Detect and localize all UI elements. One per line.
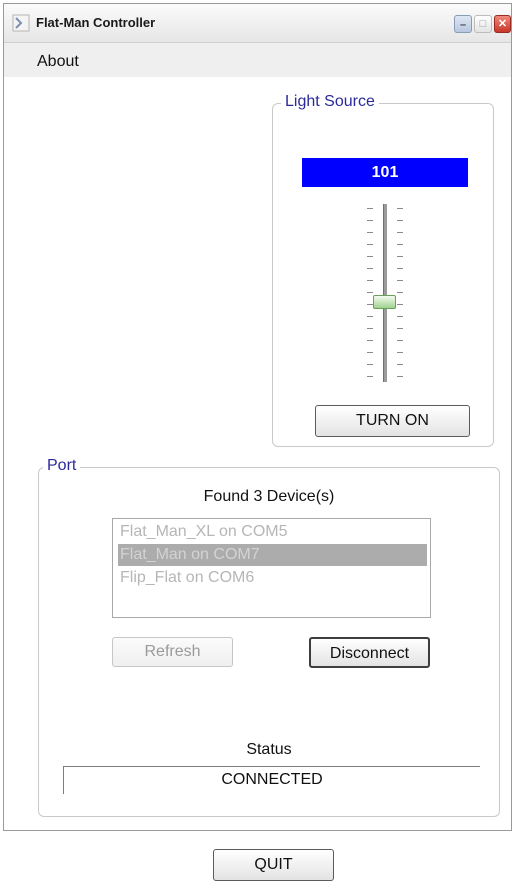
slider-tick — [397, 220, 403, 221]
menu-item-about[interactable]: About — [37, 53, 79, 71]
app-icon — [12, 14, 30, 32]
slider-tick — [367, 220, 373, 221]
slider-tick — [397, 352, 403, 353]
slider-tick — [397, 268, 403, 269]
slider-tick — [397, 304, 403, 305]
slider-tick — [367, 364, 373, 365]
slider-tick — [397, 232, 403, 233]
slider-tick — [367, 316, 373, 317]
quit-button[interactable]: QUIT — [213, 849, 334, 881]
title-bar[interactable]: Flat-Man Controller – □ ✕ — [4, 4, 511, 43]
close-icon: ✕ — [497, 18, 508, 30]
slider-ticks-right — [397, 208, 403, 380]
brightness-value-display: 101 — [302, 158, 468, 187]
main-panel: Light Source 101 TURN ON Port Found 3 De… — [4, 77, 511, 881]
slider-tick — [397, 292, 403, 293]
device-list-item[interactable]: Flip_Flat on COM6 — [118, 567, 427, 589]
slider-tick — [367, 208, 373, 209]
slider-tick — [367, 280, 373, 281]
slider-tick — [397, 328, 403, 329]
slider-tick — [367, 352, 373, 353]
slider-tick — [397, 208, 403, 209]
slider-tick — [367, 256, 373, 257]
slider-ticks-left — [367, 208, 373, 380]
menu-bar: About — [4, 43, 511, 77]
status-value: CONNECTED — [63, 766, 480, 794]
minimize-icon: – — [459, 19, 467, 31]
device-list[interactable]: Flat_Man_XL on COM5 Flat_Man on COM7 Fli… — [112, 518, 431, 618]
port-group: Port Found 3 Device(s) Flat_Man_XL on CO… — [38, 457, 500, 881]
status-label: Status — [246, 741, 292, 758]
slider-tick — [367, 244, 373, 245]
app-window: Flat-Man Controller – □ ✕ About Light So… — [3, 3, 512, 881]
device-list-item[interactable]: Flat_Man_XL on COM5 — [118, 521, 427, 543]
brightness-slider-thumb[interactable] — [373, 294, 396, 309]
slider-tick — [367, 328, 373, 329]
light-source-group: Light Source 101 TURN ON — [272, 93, 494, 447]
slider-tick — [367, 268, 373, 269]
minimize-button[interactable]: – — [454, 15, 472, 33]
device-list-item-selected[interactable]: Flat_Man on COM7 — [118, 544, 427, 566]
slider-tick — [397, 280, 403, 281]
disconnect-button[interactable]: Disconnect — [309, 637, 430, 668]
maximize-icon: □ — [479, 18, 487, 30]
light-source-title: Light Source — [281, 93, 379, 111]
slider-tick — [397, 316, 403, 317]
brightness-slider-track[interactable] — [383, 204, 387, 382]
slider-tick — [367, 376, 373, 377]
close-button[interactable]: ✕ — [494, 15, 511, 33]
slider-tick — [397, 244, 403, 245]
slider-tick — [397, 340, 403, 341]
port-title: Port — [43, 457, 81, 475]
slider-tick — [397, 376, 403, 377]
window-title: Flat-Man Controller — [36, 15, 156, 30]
slider-tick — [367, 340, 373, 341]
slider-tick — [367, 232, 373, 233]
slider-tick — [397, 364, 403, 365]
turn-on-button[interactable]: TURN ON — [315, 405, 470, 437]
slider-tick — [367, 292, 373, 293]
maximize-button[interactable]: □ — [474, 15, 492, 33]
slider-tick — [397, 256, 403, 257]
refresh-button[interactable]: Refresh — [112, 637, 233, 667]
found-devices-label: Found 3 Device(s) — [203, 488, 335, 505]
